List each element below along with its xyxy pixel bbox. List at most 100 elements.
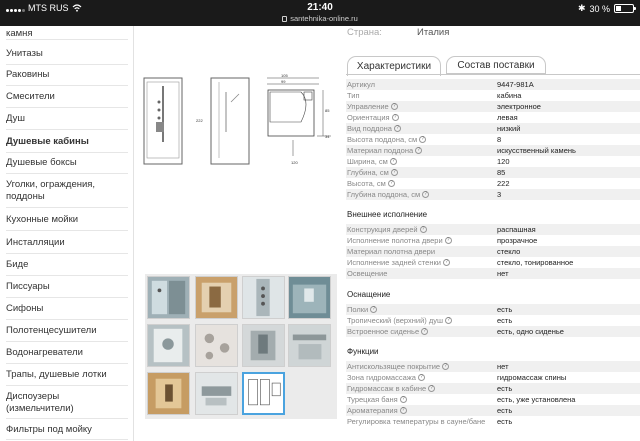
spec-value: есть (497, 417, 513, 426)
sidebar-item[interactable]: Уголки, ограждения, поддоны (6, 174, 128, 208)
spec-key-text: Высота, см (347, 179, 386, 188)
status-bar: MTS RUS 21:40 santehnika-online.ru ✱ 30 … (0, 0, 640, 26)
spec-value: есть (497, 406, 513, 415)
spec-row: Высота, см? 222 (346, 178, 640, 189)
thumbnail[interactable] (147, 324, 190, 367)
sidebar-item[interactable]: Унитазы (6, 43, 128, 65)
spec-value: нет (497, 269, 509, 278)
sidebar-item[interactable]: Душ (6, 108, 128, 130)
sidebar-item[interactable]: Диспоузеры (измельчители) (6, 387, 128, 419)
help-icon[interactable]: ? (428, 385, 436, 392)
sidebar-item[interactable]: Трапы, душевые лотки (6, 364, 128, 386)
spec-key: Турецкая баня? (347, 394, 407, 405)
help-icon[interactable]: ? (417, 374, 425, 381)
spec-key: Ароматерапия? (347, 405, 407, 416)
thumbnail[interactable] (147, 372, 190, 415)
help-icon[interactable]: ? (399, 407, 407, 414)
spec-row: Высота поддона, см? 8 (346, 134, 640, 145)
dim-label: 99 (281, 79, 286, 84)
help-icon[interactable]: ? (444, 237, 452, 244)
spec-key: Артикул (347, 79, 375, 90)
spec-row: Артикул 9447-981A (346, 79, 640, 90)
spec-key: Антискользящее покрытие? (347, 361, 450, 372)
thumbnail[interactable] (195, 276, 238, 319)
help-icon[interactable]: ? (415, 147, 423, 154)
thumbnail[interactable] (242, 276, 285, 319)
spec-key-text: Полки (347, 305, 369, 314)
thumbnail[interactable] (147, 276, 190, 319)
sidebar-item[interactable]: Душевые боксы (6, 152, 128, 174)
thumbnail-selected[interactable] (242, 372, 285, 415)
sidebar-item[interactable]: Водонагреватели (6, 342, 128, 364)
country-field: Страна: Италия (347, 27, 449, 38)
help-icon[interactable]: ? (419, 226, 427, 233)
sidebar-item[interactable]: Душевые кабины (6, 131, 128, 153)
tab-delivery-set[interactable]: Состав поставки (446, 56, 546, 74)
spec-key-text: Турецкая баня (347, 395, 398, 404)
spec-value: искусственный камень (497, 146, 576, 155)
spec-key: Встроенное сиденье? (347, 326, 429, 337)
spec-value: прозрачное (497, 236, 538, 245)
spec-value: левая (497, 113, 518, 122)
help-icon[interactable]: ? (442, 363, 450, 370)
spec-value: 9447-981A (497, 80, 534, 89)
sidebar-item[interactable]: Сифоны (6, 298, 128, 320)
tab-label: Состав поставки (457, 59, 535, 71)
sidebar-item[interactable]: Кухонные мойки (6, 209, 128, 231)
sidebar-item[interactable]: Полотенцесушители (6, 320, 128, 342)
spec-key-text: Конструкция дверей (347, 225, 418, 234)
help-icon[interactable]: ? (444, 317, 452, 324)
spec-key: Материал поддона? (347, 145, 423, 156)
battery-fill (616, 6, 621, 11)
bluetooth-icon: ✱ (577, 3, 586, 13)
help-icon[interactable]: ? (399, 396, 407, 403)
spec-row: Управление? электронное (346, 101, 640, 112)
spec-section-title: Внешнее исполнение (347, 210, 428, 219)
help-icon[interactable]: ? (389, 158, 397, 165)
url-text: santehnika-online.ru (290, 14, 358, 23)
help-icon[interactable]: ? (390, 169, 398, 176)
spec-row: Встроенное сиденье? есть, одно сиденье (346, 326, 640, 337)
help-icon[interactable]: ? (387, 180, 395, 187)
dim-label: 85 (325, 108, 330, 113)
help-icon[interactable]: ? (370, 306, 378, 313)
thumbnail[interactable] (288, 324, 331, 367)
help-icon[interactable]: ? (419, 136, 427, 143)
dim-label: 34 (325, 134, 330, 139)
help-icon[interactable]: ? (422, 191, 430, 198)
sidebar-item[interactable]: камня (6, 28, 128, 40)
sidebar-item[interactable]: Смесители (6, 86, 128, 108)
help-icon[interactable]: ? (393, 125, 401, 132)
spec-value: гидромассаж спины (497, 373, 567, 382)
spec-key-text: Ориентация (347, 113, 390, 122)
spec-key: Тропический (верхний) душ? (347, 315, 452, 326)
spec-key: Полки? (347, 304, 378, 315)
sidebar-item[interactable]: Писсуары (6, 276, 128, 298)
sidebar-item[interactable]: Инсталляции (6, 232, 128, 254)
spec-value: 120 (497, 157, 510, 166)
spec-row: Исполнение задней стенки? стекло, тониров… (346, 257, 640, 268)
spec-value: стекло (497, 247, 521, 256)
spec-key: Ориентация? (347, 112, 399, 123)
spec-key-text: Гидромассаж в кабине (347, 384, 427, 393)
thumbnail[interactable] (195, 372, 238, 415)
sidebar-item[interactable]: Раковины (6, 64, 128, 86)
spec-key-text: Тропический (верхний) душ (347, 316, 443, 325)
sidebar-item[interactable]: Фильтры под мойку (6, 420, 128, 440)
help-icon[interactable]: ? (442, 259, 450, 266)
tab-characteristics[interactable]: Характеристики (347, 56, 441, 76)
spec-key-text: Материал полотна двери (347, 247, 436, 256)
thumbnail[interactable] (195, 324, 238, 367)
url-bar[interactable]: santehnika-online.ru (0, 14, 640, 23)
help-icon[interactable]: ? (391, 114, 399, 121)
help-icon[interactable]: ? (390, 103, 398, 110)
spec-row: Материал поддона? искусственный камень (346, 145, 640, 156)
spec-section-title: Оснащение (347, 290, 391, 299)
spec-key: Управление? (347, 101, 398, 112)
battery-icon (614, 4, 636, 13)
help-icon[interactable]: ? (421, 328, 429, 335)
thumbnail[interactable] (288, 276, 331, 319)
sidebar-item[interactable]: Биде (6, 254, 128, 276)
spec-key: Высота поддона, см? (347, 134, 427, 145)
thumbnail[interactable] (242, 324, 285, 367)
